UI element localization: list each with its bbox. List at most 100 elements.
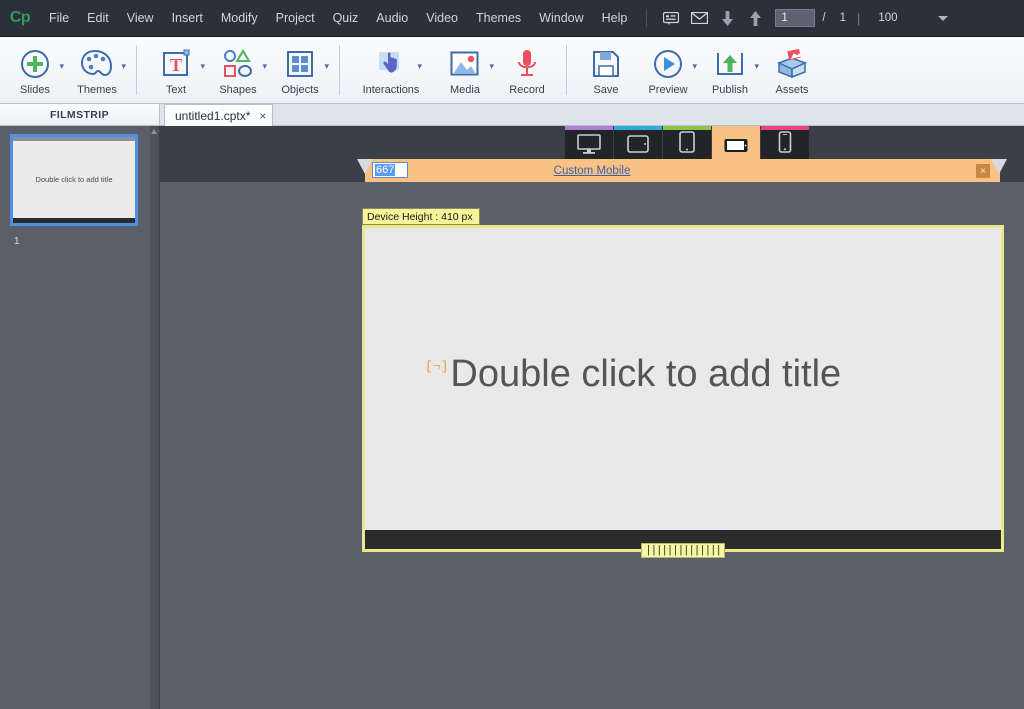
menu-file[interactable]: File <box>40 7 78 29</box>
document-tab[interactable]: untitled1.cptx* × <box>164 104 274 126</box>
scroll-up-icon[interactable] <box>151 129 157 134</box>
toolbar-divider <box>339 45 340 95</box>
toolbar-button-publish[interactable]: ▾ Publish <box>699 41 761 96</box>
svg-text:T: T <box>170 55 182 75</box>
breakpoint-width-input[interactable]: 667 <box>372 162 408 178</box>
slide-canvas-frame[interactable]: [¬] Double click to add title ||||||||||… <box>362 225 1004 558</box>
toolbar-button-text[interactable]: T ▾ Text <box>145 41 207 96</box>
arrow-up-icon[interactable] <box>742 7 768 29</box>
canvas-resize-handle[interactable]: |||||||||||||| <box>641 543 725 558</box>
microphone-icon <box>514 45 540 83</box>
toolbar-button-assets[interactable]: Assets <box>761 41 823 96</box>
toolbar-label-slides: Slides <box>20 84 50 96</box>
toolbar-button-preview[interactable]: ▾ Preview <box>637 41 699 96</box>
toolbar-button-save[interactable]: Save <box>575 41 637 96</box>
envelope-icon[interactable] <box>686 7 712 29</box>
chevron-down-icon[interactable]: ▾ <box>200 61 205 72</box>
breakpoint-tablet-portrait[interactable] <box>663 126 712 159</box>
toolbar-label-publish: Publish <box>711 84 749 96</box>
menu-project[interactable]: Project <box>267 7 324 29</box>
menu-modify[interactable]: Modify <box>212 7 267 29</box>
chevron-down-icon[interactable]: ▾ <box>754 61 759 72</box>
toolbar-button-slides[interactable]: ▾ Slides <box>4 41 66 96</box>
breakpoint-color-bar <box>663 126 711 130</box>
current-slide-input[interactable]: 1 <box>775 9 816 27</box>
filmstrip-panel: Double click to add title 1 <box>0 126 160 709</box>
slide-thumbnail-title: Double click to add title <box>35 175 113 184</box>
zoom-level-value[interactable]: 100 <box>878 12 897 24</box>
stage-area: Custom Mobile 667 × Device Height : 410 … <box>160 126 1024 709</box>
toolbar-button-themes[interactable]: ▾ Themes <box>66 41 128 96</box>
breakpoint-name-link[interactable]: Custom Mobile <box>160 159 1024 182</box>
slide-thumbnail-1[interactable]: Double click to add title <box>10 134 138 226</box>
breakpoint-device-group <box>565 126 810 159</box>
menu-edit[interactable]: Edit <box>78 7 118 29</box>
breakpoint-color-bar <box>614 126 662 130</box>
menu-help[interactable]: Help <box>593 7 637 29</box>
menu-themes[interactable]: Themes <box>467 7 530 29</box>
slide-canvas[interactable]: [¬] Double click to add title <box>365 228 1001 530</box>
captivate-window: Cp File Edit View Insert Modify Project … <box>0 0 1024 709</box>
toolbar-button-interactions[interactable]: ▾ Interactions <box>348 41 434 96</box>
chevron-down-icon[interactable]: ▾ <box>121 61 126 72</box>
shapes-icon <box>222 45 254 83</box>
slide-number-label: 1 <box>14 236 20 247</box>
floppy-disk-icon <box>592 45 620 83</box>
menu-audio[interactable]: Audio <box>367 7 417 29</box>
chevron-down-icon[interactable]: ▾ <box>489 61 494 72</box>
breakpoint-desktop[interactable] <box>565 126 614 159</box>
tablet-portrait-icon <box>679 131 695 153</box>
grip-icon: |||||||||||||| <box>645 544 722 557</box>
slide-separator: / <box>822 12 826 24</box>
menu-window[interactable]: Window <box>530 7 592 29</box>
title-placeholder[interactable]: [¬] Double click to add title <box>425 355 841 393</box>
menu-divider-2: | <box>856 10 861 26</box>
slide-thumbnail-preview: Double click to add title <box>13 137 135 223</box>
menu-video[interactable]: Video <box>417 7 467 29</box>
breakpoint-color-bar <box>761 126 809 130</box>
app-logo: Cp <box>9 9 31 26</box>
toolbar-label-media: Media <box>450 84 480 96</box>
chevron-down-icon[interactable]: ▾ <box>262 61 267 72</box>
device-height-label: Device Height : 410 px <box>362 208 480 225</box>
toolbar-button-shapes[interactable]: ▾ Shapes <box>207 41 269 96</box>
breakpoint-tablet-landscape[interactable] <box>614 126 663 159</box>
toolbar-button-record[interactable]: Record <box>496 41 558 96</box>
toolbar-label-objects: Objects <box>281 84 319 96</box>
filmstrip-header: FILMSTRIP <box>0 104 160 126</box>
toolbar-button-media[interactable]: ▾ Media <box>434 41 496 96</box>
toolbar-label-record: Record <box>509 84 545 96</box>
chevron-down-icon[interactable]: ▾ <box>59 61 64 72</box>
breakpoint-toolbar <box>160 126 1024 159</box>
placeholder-marker-icon: [¬] <box>425 358 449 374</box>
breakpoint-close-button[interactable]: × <box>976 164 990 178</box>
breakpoint-mobile-portrait[interactable] <box>761 126 810 159</box>
plus-circle-icon <box>19 45 51 83</box>
menu-quiz[interactable]: Quiz <box>324 7 368 29</box>
toolbar-label-interactions: Interactions <box>362 84 420 96</box>
arrow-down-icon[interactable] <box>714 7 740 29</box>
toolbar-label-preview: Preview <box>648 84 688 96</box>
main-toolbar: ▾ Slides ▾ Themes T ▾ Text ▾ Shapes ▾ Ob… <box>0 37 1024 104</box>
breakpoint-color-bar <box>565 126 613 130</box>
tablet-landscape-icon <box>627 135 649 153</box>
menu-view[interactable]: View <box>118 7 163 29</box>
play-circle-icon <box>652 45 684 83</box>
total-slides: 1 <box>839 12 846 24</box>
close-icon[interactable]: × <box>259 109 266 123</box>
chevron-down-icon[interactable]: ▾ <box>324 61 329 72</box>
mobile-landscape-icon <box>724 139 748 152</box>
menu-insert[interactable]: Insert <box>163 7 212 29</box>
chevron-down-icon[interactable] <box>937 15 948 21</box>
palette-icon <box>80 45 114 83</box>
chevron-down-icon[interactable]: ▾ <box>417 61 422 72</box>
filmstrip-scrollbar[interactable] <box>150 126 159 709</box>
toolbar-label-themes: Themes <box>77 84 117 96</box>
comment-icon[interactable] <box>658 7 684 29</box>
desktop-icon <box>577 134 601 154</box>
title-placeholder-text: Double click to add title <box>450 352 842 395</box>
chevron-down-icon[interactable]: ▾ <box>692 61 697 72</box>
breakpoint-mobile-landscape[interactable] <box>712 126 761 159</box>
toolbar-button-objects[interactable]: ▾ Objects <box>269 41 331 96</box>
breakpoint-ruler: Custom Mobile 667 × <box>160 159 1024 182</box>
